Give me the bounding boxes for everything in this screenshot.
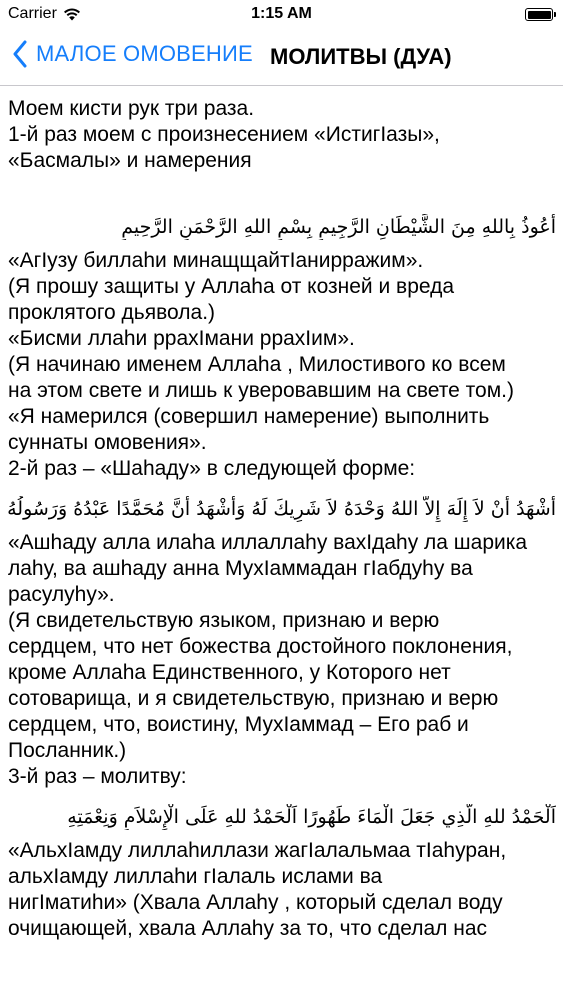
text-line: 1-й раз моем с произнесением «ИстигIазы»… (8, 123, 440, 146)
text-line: нигIматиhи» (Хвала Аллаhу , который сдел… (8, 891, 503, 914)
text-line: «Бисми ллаhи ррахIмани ррахIим». (8, 327, 355, 350)
text-line: «Ашhаду алла илаhа иллаллаhу вахIдаhу ла… (8, 531, 528, 554)
arabic-text: اَلْحَمْدُ للهِ الَّذِي جَعَلَ الْمَاءَ … (67, 806, 556, 828)
arabic-text: أَعُوذُ بِاللهِ مِنَ الشَّيْطَانِ الرَّج… (121, 216, 556, 238)
text-line: суннаты омовения». (8, 431, 207, 454)
text-line: (Я свидетельствую языком, признаю и верю (8, 609, 440, 632)
text-line: (Я прошу защиты у Аллаhа от козней и вре… (8, 275, 455, 298)
back-button-label: МАЛОЕ ОМОВЕНИЕ (36, 41, 253, 66)
text-line: расулуhу». (8, 583, 115, 606)
text-line: (Я начинаю именем Аллаhа , Милостивого к… (8, 353, 506, 376)
text-line: сотоварища, и я свидетельствую, признаю … (8, 687, 499, 710)
text-line: лаhу, ва ашhаду анна МухIаммадан гIабдуh… (8, 557, 473, 580)
text-line: очищающей, хвала Аллаhу за то, что сдела… (8, 917, 488, 940)
arabic-text: أَشْهَدُ أَنْ لاَ إِلَهَ إِلاَّ اللهُ وَ… (8, 498, 556, 520)
text-line: 3-й раз – молитву: (8, 765, 187, 788)
chevron-left-icon (13, 40, 27, 68)
page-title: МОЛИТВЫ (ДУА) (270, 44, 452, 69)
text-line: «Я намерился (совершил намерение) выполн… (8, 405, 490, 428)
back-button[interactable]: МАЛОЕ ОМОВЕНИЕ (12, 40, 253, 68)
text-line: альхIамду лиллаhи гIалаль ислами ва (8, 865, 383, 888)
text-line: на этом свете и лишь к уверовавшим на св… (8, 379, 514, 402)
text-line: сердцем, что нет божества достойного пок… (8, 635, 513, 658)
navigation-bar: МАЛОЕ ОМОВЕНИЕ МОЛИТВЫ (ДУА) (0, 30, 563, 86)
status-time: 1:15 AM (251, 5, 312, 22)
text-line: проклятого дьявола.) (8, 301, 216, 324)
text-line: «Басмалы» и намерения (8, 149, 252, 172)
status-bar: Carrier 1:15 AM (0, 0, 563, 30)
article-text: Моем кисти рук три раза. 1-й раз моем с … (8, 96, 556, 942)
text-line: сердцем, что, воистину, МухIаммад – Его … (8, 713, 469, 736)
battery-icon (525, 8, 556, 21)
text-line: Моем кисти рук три раза. (8, 97, 255, 120)
text-line: кроме Аллаhа Единственного, у Которого н… (8, 661, 451, 684)
text-line: Посланник.) (8, 739, 127, 762)
text-line: «АльхIамду лиллаhиллази жагIалальмаа тIа… (8, 839, 507, 862)
text-line: «АгIузу биллаhи минащщайтIанирражим». (8, 249, 424, 272)
text-line: 2-й раз – «Шаhаду» в следующей форме: (8, 457, 416, 480)
